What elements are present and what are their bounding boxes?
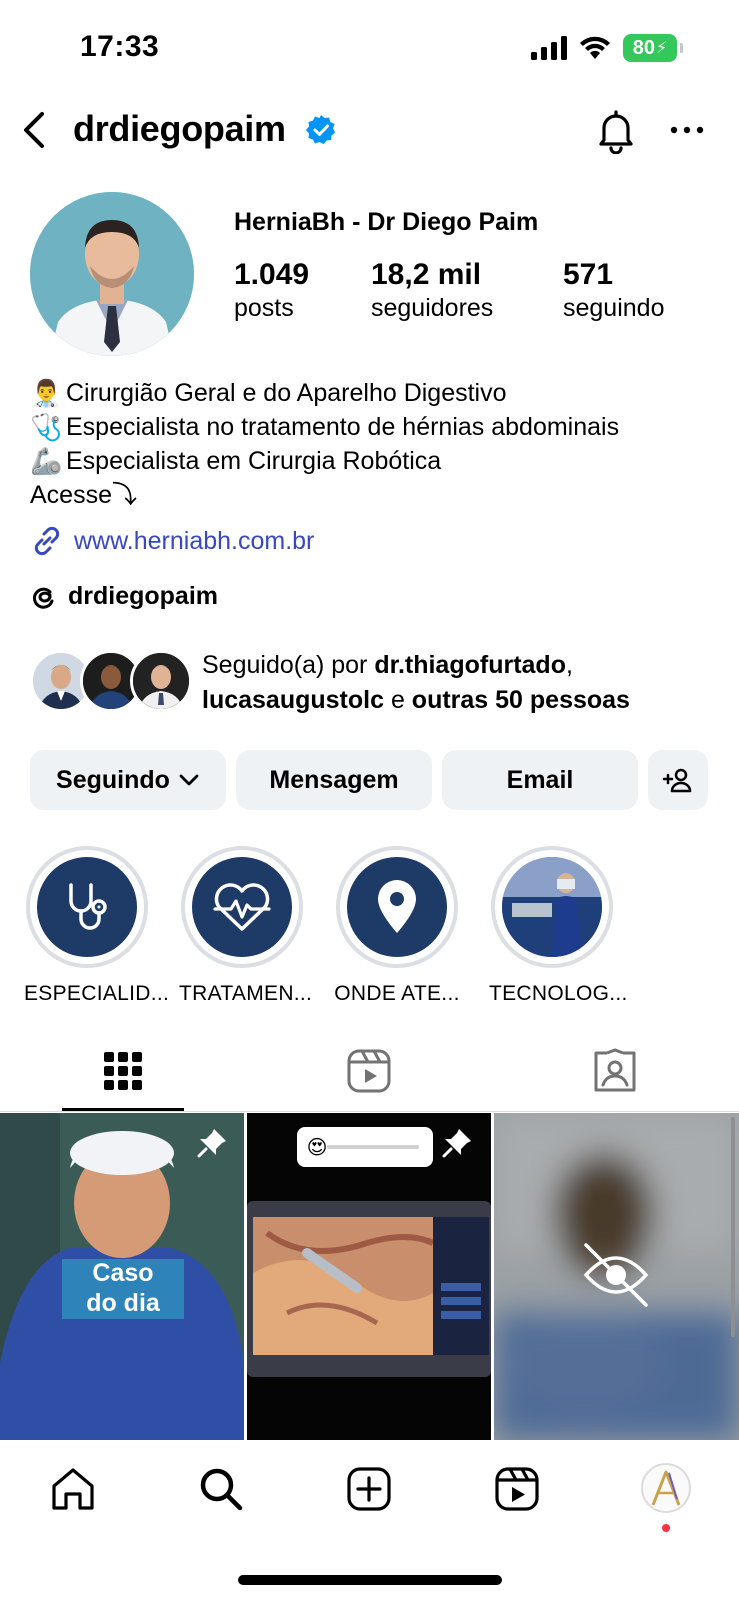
verified-badge-icon — [306, 115, 335, 144]
reels-icon[interactable] — [494, 1466, 540, 1512]
stat-following[interactable]: 571 seguindo — [563, 258, 664, 323]
profile-avatar[interactable] — [30, 192, 194, 356]
stat-following-label: seguindo — [563, 294, 665, 322]
grid-post-2[interactable]: 😍 — [247, 1113, 491, 1440]
scrollbar[interactable] — [731, 1117, 735, 1337]
highlight-onde-atendo[interactable]: ONDE ATE... — [334, 846, 460, 1006]
tab-divider — [0, 1111, 739, 1112]
stethoscope-icon — [69, 883, 107, 930]
profile-logo-icon — [651, 1470, 681, 1506]
battery-level: 80 — [632, 36, 655, 59]
stethoscope-emoji: 🩺 — [30, 412, 63, 442]
highlight-tecnologia[interactable]: TECNOLOG... — [489, 846, 628, 1006]
chevron-down-icon — [179, 774, 199, 786]
separator: , — [565, 651, 573, 679]
bio-line: 🦾 Especialista em Cirurgia Robótica — [30, 444, 619, 478]
following-button-label: Seguindo — [56, 765, 170, 794]
slider-emoji: 😍 — [307, 1137, 328, 1159]
grid-post-1[interactable]: Caso do dia — [0, 1113, 244, 1440]
pin-icon — [442, 1129, 471, 1158]
threads-icon — [32, 587, 54, 609]
threads-link[interactable]: drdiegopaim — [30, 582, 218, 611]
notification-bell-icon[interactable] — [596, 108, 636, 154]
doctor-emoji: 👨‍⚕️ — [30, 378, 63, 408]
mutual-user-2[interactable]: lucasaugustolc — [202, 686, 384, 714]
wifi-icon — [580, 36, 610, 59]
mutual-followers-avatars[interactable] — [30, 650, 192, 712]
stat-followers-value: 18,2 mil — [371, 258, 482, 291]
grid-tab-icon[interactable] — [100, 1048, 146, 1094]
highlight-especialidades[interactable]: ESPECIALID... — [24, 846, 170, 1006]
highlight-label: TECNOLOG... — [489, 982, 628, 1005]
add-person-icon — [662, 768, 692, 793]
bio-line-text: Especialista em Cirurgia Robótica — [66, 447, 442, 475]
create-post-icon[interactable] — [346, 1466, 392, 1512]
stat-posts-label: posts — [234, 294, 294, 322]
avatar — [130, 650, 192, 712]
post-image: 😍 — [247, 1113, 491, 1440]
following-button[interactable]: Seguindo — [30, 750, 226, 810]
stat-following-value: 571 — [563, 258, 614, 291]
more-options-icon[interactable] — [670, 124, 704, 136]
battery-indicator: 80 ⚡ — [623, 34, 683, 62]
stat-posts[interactable]: 1.049 posts — [234, 258, 309, 323]
stat-followers[interactable]: 18,2 mil seguidores — [371, 258, 493, 323]
grid-post-3-hidden[interactable] — [494, 1113, 739, 1440]
profile-bio: 👨‍⚕️ Cirurgião Geral e do Aparelho Diges… — [30, 376, 619, 512]
back-arrow-icon[interactable] — [14, 108, 54, 152]
profile-nav-avatar[interactable] — [641, 1463, 691, 1513]
email-button-label: Email — [506, 765, 574, 794]
website-link[interactable]: www.herniabh.com.br — [30, 524, 314, 558]
followed-by-prefix: Seguido(a) por — [202, 651, 375, 679]
highlight-tratamentos[interactable]: TRATAMEN... — [179, 846, 313, 1006]
connector: e — [384, 686, 412, 714]
link-icon — [34, 526, 60, 556]
profile-display-name: HerniaBh - Dr Diego Paim — [234, 208, 539, 236]
post-caption-line1: Caso — [92, 1259, 153, 1287]
bio-line: 👨‍⚕️ Cirurgião Geral e do Aparelho Diges… — [30, 376, 619, 410]
stat-posts-value: 1.049 — [234, 258, 310, 291]
search-icon[interactable] — [198, 1466, 244, 1512]
followed-by-text[interactable]: Seguido(a) por dr.thiagofurtado, lucasau… — [202, 648, 630, 718]
website-link-text[interactable]: www.herniabh.com.br — [74, 527, 314, 556]
highlight-label: TRATAMEN... — [179, 982, 313, 1005]
home-indicator — [238, 1575, 502, 1585]
status-time: 17:33 — [80, 30, 160, 63]
bio-line: 🩺 Especialista no tratamento de hérnias … — [30, 410, 619, 444]
pin-icon — [197, 1129, 226, 1158]
reels-tab-icon[interactable] — [346, 1048, 392, 1094]
message-button[interactable]: Mensagem — [236, 750, 432, 810]
bio-cta: Acesse⤵ — [30, 481, 137, 509]
mutual-user-1[interactable]: dr.thiagofurtado — [374, 651, 566, 679]
status-icons: 80 ⚡ — [531, 34, 683, 62]
profile-username: drdiegopaim — [73, 108, 286, 149]
post-image-blurred — [494, 1113, 739, 1440]
home-icon[interactable] — [50, 1466, 96, 1512]
heart-pulse-icon — [213, 883, 271, 931]
bio-line-text: Cirurgião Geral e do Aparelho Digestivo — [66, 379, 507, 407]
robotic-arm-emoji: 🦾 — [30, 446, 63, 476]
tagged-tab-icon[interactable] — [592, 1048, 638, 1094]
bio-line-text: Especialista no tratamento de hérnias ab… — [66, 413, 620, 441]
signal-icon — [531, 36, 567, 60]
suggest-people-button[interactable] — [648, 750, 708, 810]
post-caption-line2: do dia — [86, 1289, 161, 1317]
highlight-label: ESPECIALID... — [24, 982, 170, 1005]
email-button[interactable]: Email — [442, 750, 638, 810]
mutual-others[interactable]: outras 50 pessoas — [412, 686, 630, 714]
post-image: Caso do dia — [0, 1113, 244, 1440]
location-pin-icon — [378, 880, 416, 933]
stat-followers-label: seguidores — [371, 294, 494, 322]
surgery-photo — [502, 857, 602, 957]
notification-dot — [662, 1524, 670, 1532]
highlight-label: ONDE ATE... — [334, 982, 460, 1005]
message-button-label: Mensagem — [269, 765, 399, 794]
threads-username[interactable]: drdiegopaim — [68, 582, 218, 611]
